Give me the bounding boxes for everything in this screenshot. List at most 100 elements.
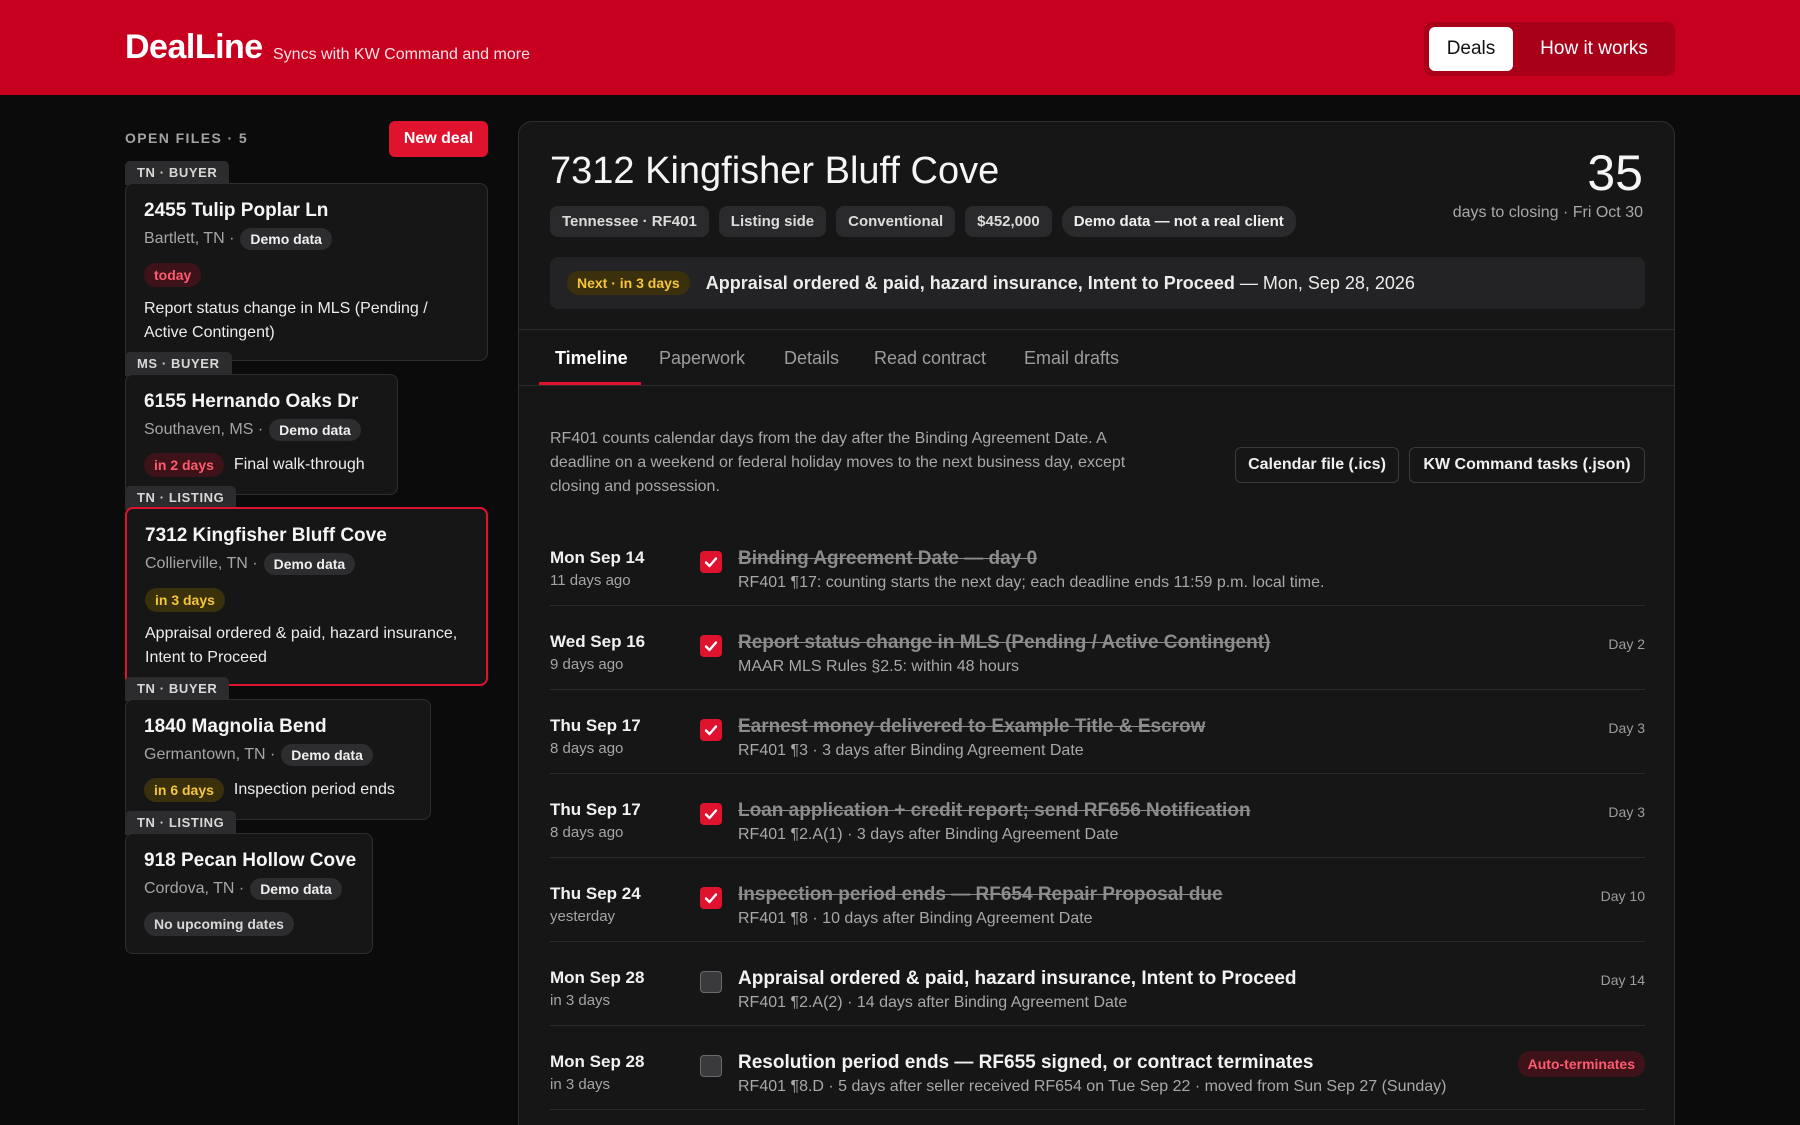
demo-data-chip: Demo data — not a real client	[1061, 206, 1296, 237]
done-checkbox[interactable]	[700, 551, 722, 573]
side-chip: Listing side	[718, 206, 827, 237]
row-source: RF401 ¶8 · 10 days after Binding Agreeme…	[738, 910, 1093, 927]
timeline-row: Wed Sep 16 9 days ago Report status chan…	[550, 606, 1645, 690]
deal-card-tag: MS · BUYER	[125, 352, 232, 376]
demo-data-chip: Demo data	[240, 228, 332, 250]
row-title: Resolution period ends — RF655 signed, o…	[738, 1052, 1314, 1073]
timeline-row: Thu Sep 17 8 days ago Earnest money deli…	[550, 690, 1645, 774]
deal-card-title: 7312 Kingfisher Bluff Cove	[145, 525, 387, 546]
location-text: Germantown, TN ·	[144, 746, 276, 763]
row-day-number: Day 10	[1600, 888, 1645, 904]
timeline-row: Thu Sep 24 yesterday Inspection period e…	[550, 858, 1645, 942]
next-deadline-text: Appraisal ordered & paid, hazard insuran…	[706, 273, 1415, 294]
nav-deals-tab[interactable]: Deals	[1429, 27, 1513, 71]
open-files-heading: OPEN FILES · 5	[125, 130, 249, 146]
tabs-divider	[519, 385, 1674, 386]
main-nav: Deals How it works	[1424, 22, 1675, 76]
state-form-chip: Tennessee · RF401	[550, 206, 709, 237]
deal-card-tag: TN · BUYER	[125, 161, 230, 185]
location-text: Collierville, TN ·	[145, 555, 258, 572]
deal-card-title: 2455 Tulip Poplar Ln	[144, 200, 329, 221]
demo-data-chip: Demo data	[250, 878, 342, 900]
check-icon	[704, 641, 718, 652]
next-task: Appraisal ordered & paid, hazard insuran…	[705, 272, 1235, 293]
deal-card-pecan-hollow[interactable]: 918 Pecan Hollow Cove Cordova, TN · Demo…	[125, 833, 373, 954]
tab-email-drafts[interactable]: Email drafts	[1024, 348, 1119, 369]
row-date: Mon Sep 14	[550, 548, 645, 567]
row-date: Mon Sep 28	[550, 968, 645, 987]
deal-card-location: Bartlett, TN · Demo data	[144, 228, 332, 250]
deal-card-hernando-oaks[interactable]: 6155 Hernando Oaks Dr Southaven, MS · De…	[125, 374, 398, 495]
timeline-row: Mon Sep 28 in 3 days Appraisal ordered &…	[550, 942, 1645, 1026]
deal-card-title: 6155 Hernando Oaks Dr	[144, 391, 359, 412]
due-pill: today	[144, 263, 202, 287]
export-kw-json-button[interactable]: KW Command tasks (.json)	[1409, 447, 1645, 483]
deal-card-due: in 6 days Inspection period ends	[144, 778, 395, 802]
days-to-closing-count: 35	[1587, 145, 1643, 201]
tab-details[interactable]: Details	[784, 348, 839, 369]
row-relative: 11 days ago	[550, 572, 631, 589]
row-title: Inspection period ends — RF654 Repair Pr…	[738, 884, 1223, 905]
row-relative: 8 days ago	[550, 824, 624, 841]
row-title: Binding Agreement Date — day 0	[738, 548, 1038, 569]
due-pill: in 2 days	[144, 453, 224, 477]
nav-how-it-works-tab[interactable]: How it works	[1524, 27, 1664, 71]
demo-data-chip: Demo data	[263, 553, 356, 575]
deal-card-tag: TN · LISTING	[125, 811, 237, 835]
deal-card-tag: TN · BUYER	[125, 677, 230, 701]
done-checkbox[interactable]	[700, 803, 722, 825]
timeline-row: Thu Sep 17 8 days ago Loan application +…	[550, 774, 1645, 858]
row-title: Earnest money delivered to Example Title…	[738, 716, 1206, 737]
done-checkbox[interactable]	[700, 635, 722, 657]
next-date: — Mon, Sep 28, 2026	[1234, 272, 1415, 293]
deal-card-due: in 3 days	[145, 588, 225, 612]
row-source: MAAR MLS Rules §2.5: within 48 hours	[738, 658, 1020, 675]
deal-card-kingfisher-bluff[interactable]: 7312 Kingfisher Bluff Cove Collierville,…	[125, 507, 488, 686]
deal-card-task: Appraisal ordered & paid, hazard insuran…	[145, 625, 458, 666]
row-date: Thu Sep 24	[550, 884, 641, 903]
done-checkbox[interactable]	[700, 1055, 722, 1077]
deal-card-title: 1840 Magnolia Bend	[144, 716, 327, 737]
row-date: Thu Sep 17	[550, 716, 641, 735]
timeline-intro: RF401 counts calendar days from the day …	[550, 430, 1126, 495]
next-deadline-bar: Next · in 3 days Appraisal ordered & pai…	[550, 257, 1645, 309]
row-title: Loan application + credit report; send R…	[738, 800, 1251, 821]
brand-logo[interactable]: DealLine	[125, 28, 263, 67]
top-bar: DealLine Syncs with KW Command and more …	[0, 0, 1800, 95]
deal-card-task: Report status change in MLS (Pending / A…	[144, 300, 428, 341]
done-checkbox[interactable]	[700, 719, 722, 741]
row-relative: 8 days ago	[550, 740, 624, 757]
row-day-number: Day 3	[1608, 720, 1645, 736]
check-icon	[704, 809, 718, 820]
due-pill: in 3 days	[145, 588, 225, 612]
row-source: RF401 ¶3 · 3 days after Binding Agreemen…	[738, 742, 1084, 759]
brand-tagline: Syncs with KW Command and more	[273, 46, 530, 63]
tab-read-contract[interactable]: Read contract	[874, 348, 986, 369]
demo-data-chip: Demo data	[281, 744, 373, 766]
row-title: Report status change in MLS (Pending / A…	[738, 632, 1271, 653]
auto-terminates-badge: Auto-terminates	[1517, 1051, 1645, 1077]
deal-title: 7312 Kingfisher Bluff Cove	[550, 150, 1000, 192]
done-checkbox[interactable]	[700, 971, 722, 993]
new-deal-button[interactable]: New deal	[389, 121, 488, 157]
next-pill: Next · in 3 days	[567, 271, 690, 295]
row-day-number: Day 2	[1608, 636, 1645, 652]
timeline-row: Mon Sep 28 in 3 days Resolution period e…	[550, 1026, 1645, 1110]
done-checkbox[interactable]	[700, 887, 722, 909]
tab-timeline[interactable]: Timeline	[555, 348, 628, 369]
price-chip: $452,000	[965, 206, 1052, 237]
deal-card-magnolia-bend[interactable]: 1840 Magnolia Bend Germantown, TN · Demo…	[125, 699, 431, 820]
location-text: Cordova, TN ·	[144, 880, 245, 897]
deal-chips: Tennessee · RF401 Listing side Conventio…	[550, 206, 1296, 237]
check-icon	[704, 557, 718, 568]
location-text: Southaven, MS ·	[144, 421, 264, 438]
row-date: Thu Sep 17	[550, 800, 641, 819]
deal-card-tulip-poplar[interactable]: 2455 Tulip Poplar Ln Bartlett, TN · Demo…	[125, 183, 488, 361]
deal-card-location: Southaven, MS · Demo data	[144, 419, 361, 441]
deal-card-due: in 2 days Final walk-through	[144, 453, 365, 477]
export-ics-button[interactable]: Calendar file (.ics)	[1235, 447, 1399, 483]
row-day-number: Day 3	[1608, 804, 1645, 820]
deal-card-location: Germantown, TN · Demo data	[144, 744, 373, 766]
check-icon	[704, 725, 718, 736]
tab-paperwork[interactable]: Paperwork	[659, 348, 745, 369]
